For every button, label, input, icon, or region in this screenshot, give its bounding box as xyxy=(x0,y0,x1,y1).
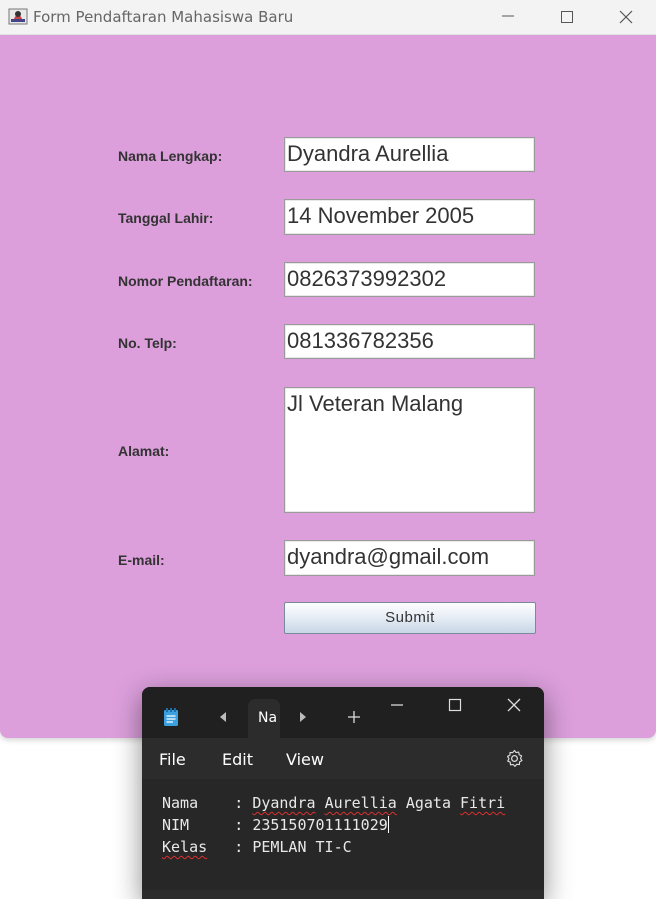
line-value-word: Dyandra xyxy=(252,794,316,812)
close-icon xyxy=(619,10,633,24)
input-nomor-pendaftaran[interactable]: 0826373992302 xyxy=(284,262,535,297)
scroll-tabs-right-icon[interactable] xyxy=(298,711,308,723)
scroll-tabs-left-icon[interactable] xyxy=(218,711,228,723)
text-line-kelas: Kelas : PEMLAN TI-C xyxy=(162,838,352,856)
settings-gear-icon[interactable] xyxy=(505,749,524,768)
notepad-maximize-icon[interactable] xyxy=(448,698,462,712)
label-no-telp: No. Telp: xyxy=(118,335,177,351)
input-nama-lengkap[interactable]: Dyandra Aurellia xyxy=(284,137,535,172)
new-tab-icon[interactable] xyxy=(347,710,361,724)
label-tanggal-lahir: Tanggal Lahir: xyxy=(118,210,214,226)
menu-view[interactable]: View xyxy=(286,750,324,769)
notepad-menu-bar: File Edit View xyxy=(142,738,544,779)
line-key: Kelas xyxy=(162,838,208,856)
label-nomor-pendaftaran: Nomor Pendaftaran: xyxy=(118,273,253,289)
line-sep: : xyxy=(207,838,253,856)
line-value: PEMLAN TI-C xyxy=(252,838,352,856)
label-email: E-mail: xyxy=(118,552,165,568)
text-line-nim: NIM : 235150701111029 xyxy=(162,816,389,834)
label-nama-lengkap: Nama Lengkap: xyxy=(118,148,223,164)
line-value-space xyxy=(316,794,325,812)
minimize-icon xyxy=(502,15,514,17)
line-value-word: Fitri xyxy=(460,794,506,812)
notepad-close-icon[interactable] xyxy=(507,698,521,712)
minimize-button[interactable] xyxy=(485,0,531,34)
line-sep: : xyxy=(189,816,253,834)
input-tanggal-lahir[interactable]: 14 November 2005 xyxy=(284,199,535,235)
text-line-nama: Nama : Dyandra Aurellia Agata Fitri xyxy=(162,794,505,812)
line-key: NIM xyxy=(162,816,190,834)
line-key: Nama xyxy=(162,794,199,812)
notepad-tab[interactable]: Na xyxy=(248,699,280,738)
line-value-word: Aurellia xyxy=(324,794,397,812)
line-sep: : xyxy=(198,794,253,812)
input-email[interactable]: dyandra@gmail.com xyxy=(284,540,535,576)
java-app-icon xyxy=(8,8,28,25)
notepad-title-bar: Na xyxy=(142,687,544,738)
line-value-word: Agata xyxy=(396,794,461,812)
close-button[interactable] xyxy=(603,0,649,34)
input-no-telp[interactable]: 081336782356 xyxy=(284,324,535,359)
text-caret xyxy=(387,816,389,833)
title-bar: Form Pendaftaran Mahasiswa Baru xyxy=(0,0,656,35)
textarea-alamat[interactable]: Jl Veteran Malang xyxy=(284,387,535,513)
notepad-minimize-icon[interactable] xyxy=(390,704,404,708)
notepad-window: Na File Edit View Nama : Dyandra Aurelli… xyxy=(142,687,544,899)
window-title: Form Pendaftaran Mahasiswa Baru xyxy=(33,8,294,26)
label-alamat: Alamat: xyxy=(118,443,170,459)
menu-file[interactable]: File xyxy=(159,750,186,769)
notepad-status-bar xyxy=(142,890,544,899)
notepad-icon xyxy=(164,708,178,726)
form-window: Form Pendaftaran Mahasiswa Baru Nama Len… xyxy=(0,0,656,738)
maximize-button[interactable] xyxy=(544,0,590,34)
maximize-icon xyxy=(561,11,573,23)
notepad-tab-label: Na xyxy=(258,710,278,726)
line-value: 235150701111029 xyxy=(252,816,388,834)
submit-button[interactable]: Submit xyxy=(284,602,536,634)
notepad-text-area[interactable]: Nama : Dyandra Aurellia Agata Fitri NIM … xyxy=(142,779,544,899)
menu-edit[interactable]: Edit xyxy=(222,750,253,769)
